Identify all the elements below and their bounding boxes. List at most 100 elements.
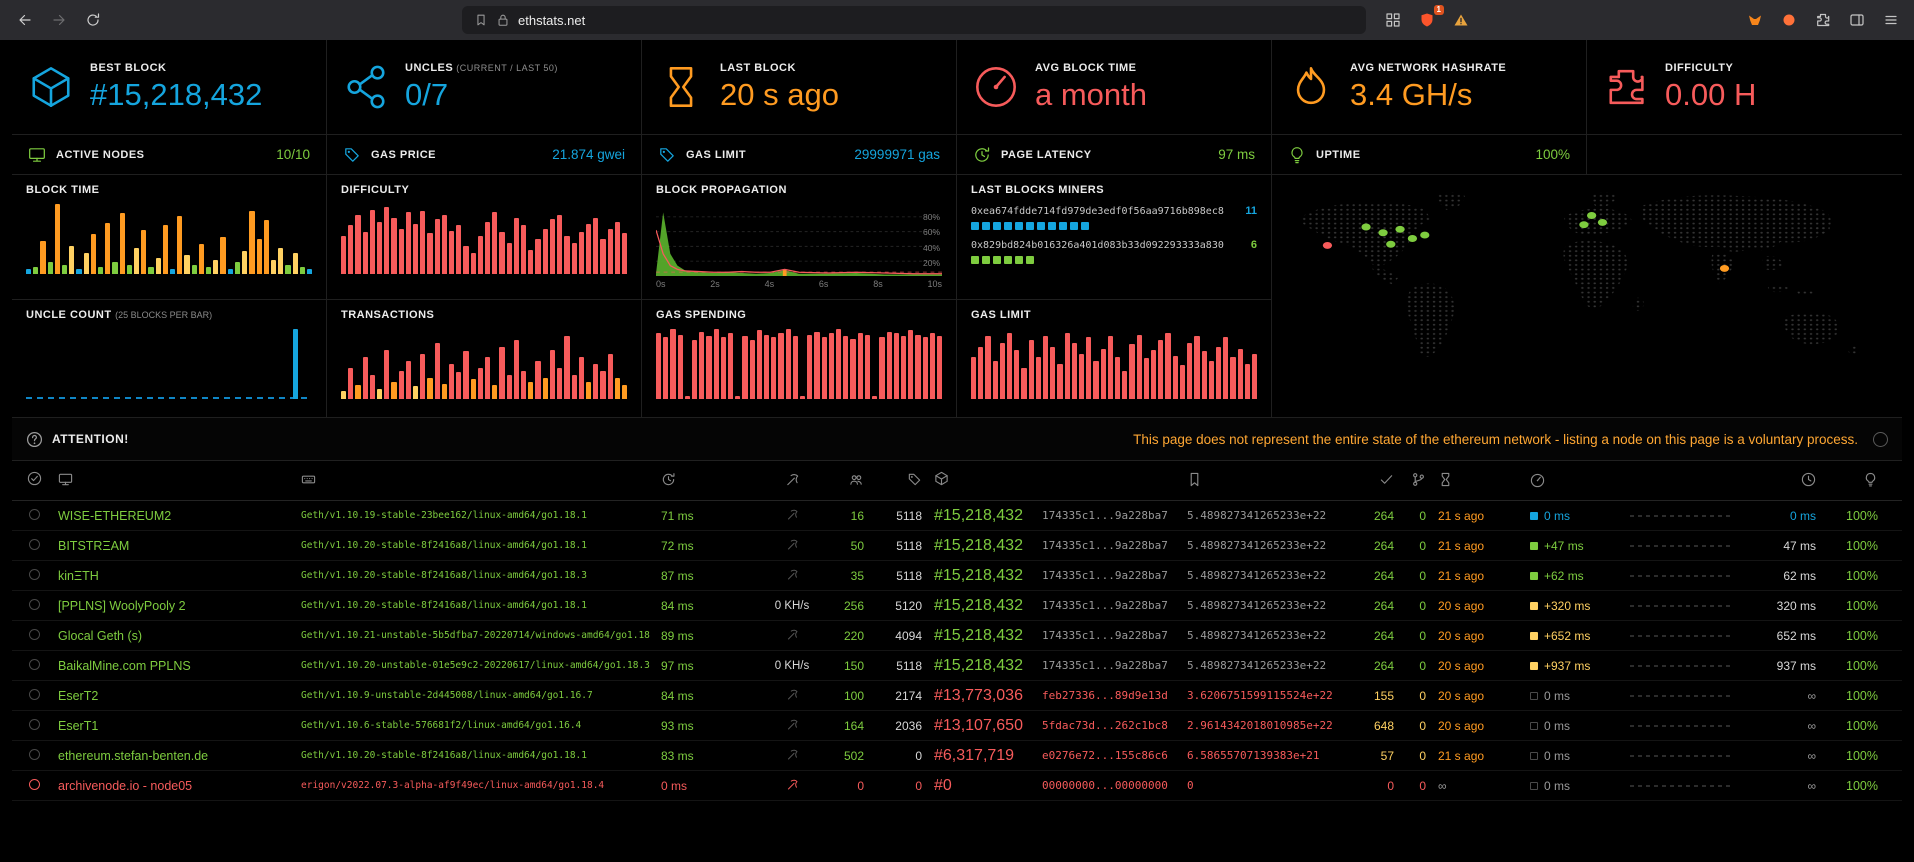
propagation-histogram — [1630, 545, 1730, 547]
grid-button[interactable] — [1380, 7, 1406, 33]
sidebar-button[interactable] — [1844, 7, 1870, 33]
bar — [471, 253, 476, 274]
pin-cell[interactable] — [29, 537, 40, 555]
stat-label: ACTIVE NODES — [56, 149, 145, 161]
bar — [1093, 361, 1098, 400]
propagation-indicator — [1530, 512, 1538, 520]
cell-time: ∞ — [1438, 779, 1530, 793]
node-status-circle — [29, 689, 40, 700]
panel-last-blocks-miners: LAST BLOCKS MINERS 0xea674fdde714fd979de… — [957, 175, 1272, 299]
miner-address[interactable]: 0xea674fdde714fd979de3edf0f56aa9716b898e… — [971, 206, 1224, 217]
pin-cell[interactable] — [29, 567, 40, 585]
x-axis-tick: 0s — [656, 279, 666, 289]
table-row: BaikalMine.com PPLNSGeth/v1.10.20-unstab… — [12, 651, 1902, 681]
cell-txs: 264 — [1374, 629, 1406, 643]
cell-propagation: 0 ms — [1530, 509, 1630, 523]
address-bar[interactable]: ethstats.net — [462, 6, 1366, 34]
check-circle-icon — [27, 471, 42, 486]
bar — [1057, 364, 1062, 399]
stat-value: a month — [1035, 77, 1147, 113]
node-status-circle — [29, 629, 40, 640]
attention-message: This page does not represent the entire … — [1133, 432, 1858, 447]
shield-button[interactable]: 1 — [1414, 7, 1440, 33]
bar — [1158, 340, 1163, 400]
pin-cell[interactable] — [29, 687, 40, 705]
map-continents — [1300, 192, 1860, 357]
bar — [127, 265, 132, 274]
panel-title: LAST BLOCKS MINERS — [971, 184, 1257, 196]
mined-block-square — [1015, 222, 1023, 230]
propagation-histogram — [1630, 575, 1730, 577]
mined-block-square — [982, 222, 990, 230]
cell-mining: 0 KH/s — [775, 660, 810, 672]
propagation-value: 0 ms — [1544, 689, 1570, 703]
miner-address[interactable]: 0x829bd824b016326a401d083b33d092293333a8… — [971, 240, 1224, 251]
bar — [1086, 337, 1091, 399]
propagation-indicator — [1530, 662, 1538, 670]
bar — [699, 332, 704, 399]
bar — [543, 229, 548, 275]
warning-icon — [1453, 12, 1469, 28]
bar — [1065, 333, 1070, 400]
cell-name: BITSTRΞAM — [56, 539, 301, 553]
pin-cell[interactable] — [29, 657, 40, 675]
extension-cluster-right — [1742, 7, 1904, 33]
info-circle-icon[interactable] — [1873, 432, 1888, 447]
cell-uptime: 100% — [1846, 749, 1890, 763]
bar — [1050, 347, 1055, 400]
stat-label: LAST BLOCK — [720, 62, 839, 74]
forward-button[interactable] — [44, 5, 74, 35]
menu-button[interactable] — [1878, 7, 1904, 33]
cell-pending: 5118 — [896, 509, 934, 523]
back-button[interactable] — [10, 5, 40, 35]
pin-cell[interactable] — [29, 627, 40, 645]
pin-cell[interactable] — [29, 507, 40, 525]
cell-mining — [786, 628, 799, 644]
cell-txs: 57 — [1381, 749, 1406, 763]
cell-name: [PPLNS] WoolyPooly 2 — [56, 599, 301, 613]
bar — [449, 231, 454, 274]
pin-cell[interactable] — [29, 717, 40, 735]
bar — [384, 207, 389, 274]
bar — [514, 340, 519, 400]
bar — [141, 230, 146, 274]
bar — [550, 219, 555, 274]
cell-propagation-histogram — [1630, 785, 1750, 787]
cell-hash: e0276e72...155c86c6 — [1042, 749, 1187, 762]
cell-difficulty: 5.489827341265233e+22 — [1187, 539, 1362, 552]
bar — [1129, 344, 1134, 399]
pin-cell[interactable] — [29, 747, 40, 765]
pin-cell[interactable] — [29, 597, 40, 615]
cell-uncles: 0 — [1419, 629, 1438, 643]
bar — [363, 232, 368, 274]
cell-uncles: 0 — [1419, 509, 1438, 523]
cell-peers: 0 — [857, 779, 876, 793]
miner-block-count: 6 — [1251, 239, 1257, 251]
mined-block-square — [993, 256, 1001, 264]
pickaxe-icon — [786, 568, 799, 581]
puzzle-button[interactable] — [1810, 7, 1836, 33]
bar — [586, 382, 591, 400]
propagation-value: 0 ms — [1544, 719, 1570, 733]
difficulty-chart — [341, 204, 627, 274]
reload-button[interactable] — [78, 5, 108, 35]
bar — [427, 378, 432, 399]
warning-button[interactable] — [1448, 7, 1474, 33]
dot-button[interactable] — [1776, 7, 1802, 33]
cell-difficulty: 5.489827341265233e+22 — [1187, 629, 1362, 642]
propagation-svg — [656, 202, 942, 276]
fox-button[interactable] — [1742, 7, 1768, 33]
monitor-icon — [58, 472, 73, 487]
panel-title: BLOCK TIME — [26, 184, 312, 196]
cell-avg: ∞ — [1807, 719, 1828, 733]
bar — [521, 371, 526, 399]
cell-propagation-histogram — [1630, 605, 1750, 607]
pin-cell[interactable] — [29, 777, 40, 795]
bar — [1151, 350, 1156, 399]
propagation-indicator — [1530, 572, 1538, 580]
cell-peers: 50 — [851, 539, 876, 553]
cell-latency: 72 ms — [661, 539, 756, 553]
cell-pending: 5118 — [896, 539, 934, 553]
table-header — [12, 461, 1902, 501]
mined-block-square — [971, 222, 979, 230]
